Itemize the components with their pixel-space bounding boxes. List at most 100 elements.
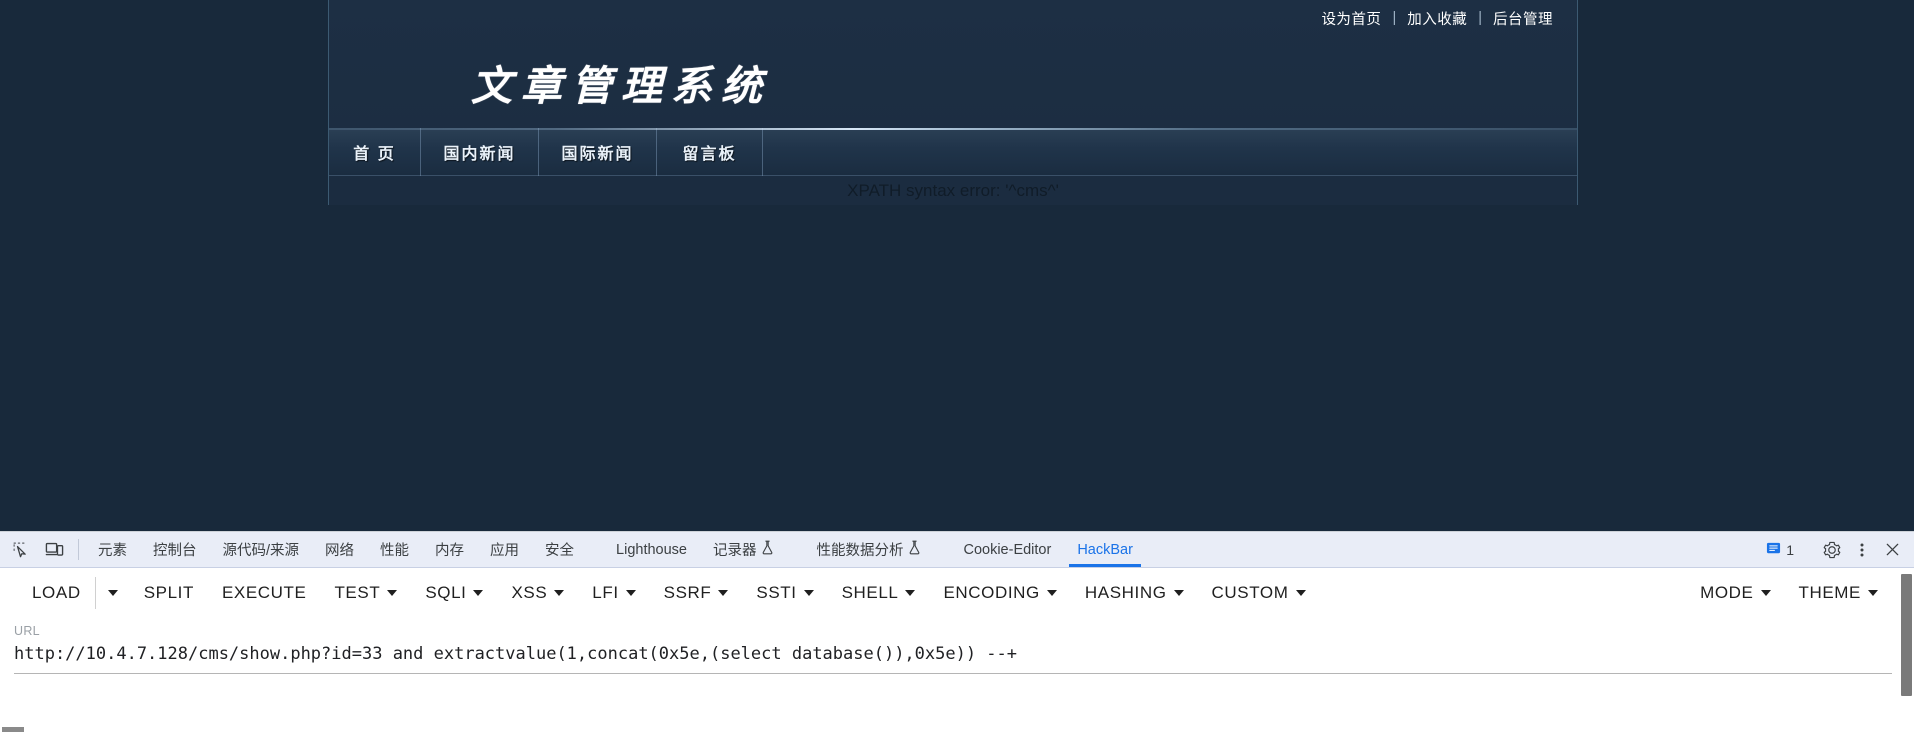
shell-menu-button[interactable]: SHELL (828, 577, 930, 609)
tab-network[interactable]: 网络 (312, 532, 367, 567)
button-label: HASHING (1084, 583, 1167, 602)
more-vertical-icon[interactable] (1848, 536, 1876, 564)
tab-performance[interactable]: 性能 (367, 532, 422, 567)
devtools-panel: 元素 控制台 源代码/来源 网络 性能 内存 应用 安全 Lighthouse … (0, 531, 1914, 734)
button-label: XSS (511, 583, 548, 602)
tab-label: 控制台 (153, 543, 197, 559)
link-separator-2: | (1478, 10, 1482, 26)
button-label: SQLI (425, 583, 467, 602)
tab-cookie-editor[interactable]: Cookie-Editor (950, 532, 1064, 567)
site-logo-area: 文章管理系统 (329, 36, 1577, 128)
button-label: TEST (334, 583, 381, 602)
test-menu-button[interactable]: TEST (320, 577, 411, 609)
site-topbar: 设为首页 | 加入收藏 | 后台管理 (329, 0, 1577, 36)
gear-icon[interactable] (1818, 536, 1846, 564)
button-label: THEME (1798, 583, 1861, 602)
tab-label: 元素 (98, 543, 127, 559)
url-field-label: URL (14, 624, 40, 638)
tab-memory[interactable]: 内存 (422, 532, 477, 567)
hackbar-horizontal-scrollbar[interactable] (2, 727, 24, 732)
inspect-element-icon[interactable] (6, 536, 34, 564)
chevron-down-icon (905, 590, 916, 596)
tab-performance-insights[interactable]: 性能数据分析 (803, 532, 934, 567)
devtools-tabbar: 元素 控制台 源代码/来源 网络 性能 内存 应用 安全 Lighthouse … (0, 532, 1914, 568)
button-label: SSRF (663, 583, 712, 602)
button-label: SHELL (841, 583, 899, 602)
hashing-menu-button[interactable]: HASHING (1071, 577, 1198, 609)
chevron-down-icon (625, 590, 636, 596)
site-navbar: 首 页 国内新闻 国际新闻 留言板 (329, 128, 1577, 176)
nav-item-international-news[interactable]: 国际新闻 (539, 128, 657, 176)
tab-recorder[interactable]: 记录器 (700, 532, 788, 567)
chevron-down-icon (107, 590, 118, 596)
split-button[interactable]: SPLIT (130, 577, 208, 609)
tab-label: 源代码/来源 (222, 543, 300, 559)
experiment-flask-icon (908, 540, 921, 559)
mode-menu-button[interactable]: MODE (1686, 577, 1784, 609)
execute-button[interactable]: EXECUTE (208, 577, 321, 609)
url-input[interactable]: http://10.4.7.128/cms/show.php?id=33 and… (14, 644, 1892, 674)
set-homepage-link[interactable]: 设为首页 (1321, 8, 1381, 29)
devtools-right-icons: 1 (1759, 532, 1914, 567)
tab-hackbar[interactable]: HackBar (1064, 532, 1146, 567)
hackbar-panel: LOAD SPLIT EXECUTE TEST SQLI XSS LFI SSR… (0, 568, 1914, 734)
tab-label: 性能 (380, 543, 410, 559)
chevron-down-icon (1868, 590, 1878, 596)
devtools-left-icons (0, 532, 72, 567)
tab-lighthouse[interactable]: Lighthouse (603, 532, 700, 567)
nav-item-message-board[interactable]: 留言板 (657, 128, 763, 176)
chevron-down-icon (554, 590, 565, 596)
message-icon (1766, 541, 1781, 559)
chevron-down-icon (387, 590, 398, 596)
load-dropdown-button[interactable] (94, 577, 130, 609)
devtools-tab-list: 元素 控制台 源代码/来源 网络 性能 内存 应用 安全 Lighthouse … (85, 532, 1759, 567)
browser-viewport: 设为首页 | 加入收藏 | 后台管理 文章管理系统 首 页 国内新闻 国际新闻 … (0, 0, 1914, 531)
tab-label: 内存 (435, 543, 465, 559)
experiment-flask-icon (761, 540, 774, 559)
tab-sources[interactable]: 源代码/来源 (210, 532, 313, 567)
chevron-down-icon (1046, 590, 1057, 596)
tab-label: 记录器 (712, 543, 757, 559)
tab-security[interactable]: 安全 (532, 532, 587, 567)
tab-label: 应用 (490, 543, 520, 559)
chevron-down-icon (473, 590, 484, 596)
ssrf-menu-button[interactable]: SSRF (650, 577, 743, 609)
site-logo-text: 文章管理系统 (471, 62, 771, 110)
close-icon[interactable] (1878, 536, 1906, 564)
tab-label: HackBar (1077, 541, 1133, 558)
message-count-badge[interactable]: 1 (1759, 541, 1801, 559)
tab-elements[interactable]: 元素 (85, 532, 140, 567)
nav-item-home[interactable]: 首 页 (329, 128, 421, 176)
admin-panel-link[interactable]: 后台管理 (1493, 8, 1553, 29)
theme-menu-button[interactable]: THEME (1785, 577, 1893, 609)
load-button[interactable]: LOAD (18, 577, 95, 609)
device-toolbar-icon[interactable] (40, 536, 68, 564)
xss-menu-button[interactable]: XSS (497, 577, 578, 609)
xpath-error-message: XPATH syntax error: '^cms^' (847, 180, 1059, 200)
chevron-down-icon (803, 590, 814, 596)
toolbar-divider (78, 539, 79, 560)
lfi-menu-button[interactable]: LFI (578, 577, 649, 609)
button-label: MODE (1700, 583, 1754, 602)
tab-console[interactable]: 控制台 (140, 532, 210, 567)
button-label: LFI (592, 583, 619, 602)
custom-menu-button[interactable]: CUSTOM (1198, 577, 1320, 609)
link-separator-1: | (1392, 10, 1397, 26)
site-container: 设为首页 | 加入收藏 | 后台管理 文章管理系统 首 页 国内新闻 国际新闻 … (328, 0, 1578, 205)
nav-item-domestic-news[interactable]: 国内新闻 (421, 128, 539, 176)
message-count: 1 (1786, 541, 1794, 558)
encoding-menu-button[interactable]: ENCODING (929, 577, 1070, 609)
tab-application[interactable]: 应用 (477, 532, 532, 567)
chevron-down-icon (1295, 590, 1306, 596)
tab-label: 安全 (545, 543, 575, 559)
add-favorite-link[interactable]: 加入收藏 (1407, 8, 1467, 29)
button-label: SSTI (756, 583, 797, 602)
tab-label: Cookie-Editor (963, 541, 1052, 558)
hackbar-toolbar: LOAD SPLIT EXECUTE TEST SQLI XSS LFI SSR… (0, 568, 1914, 618)
ssti-menu-button[interactable]: SSTI (742, 577, 827, 609)
tab-label: 性能数据分析 (816, 543, 904, 559)
button-label: ENCODING (943, 583, 1040, 602)
sqli-menu-button[interactable]: SQLI (411, 577, 497, 609)
hackbar-vertical-scrollbar[interactable] (1901, 574, 1912, 696)
hackbar-url-field[interactable]: URL http://10.4.7.128/cms/show.php?id=33… (0, 618, 1914, 674)
